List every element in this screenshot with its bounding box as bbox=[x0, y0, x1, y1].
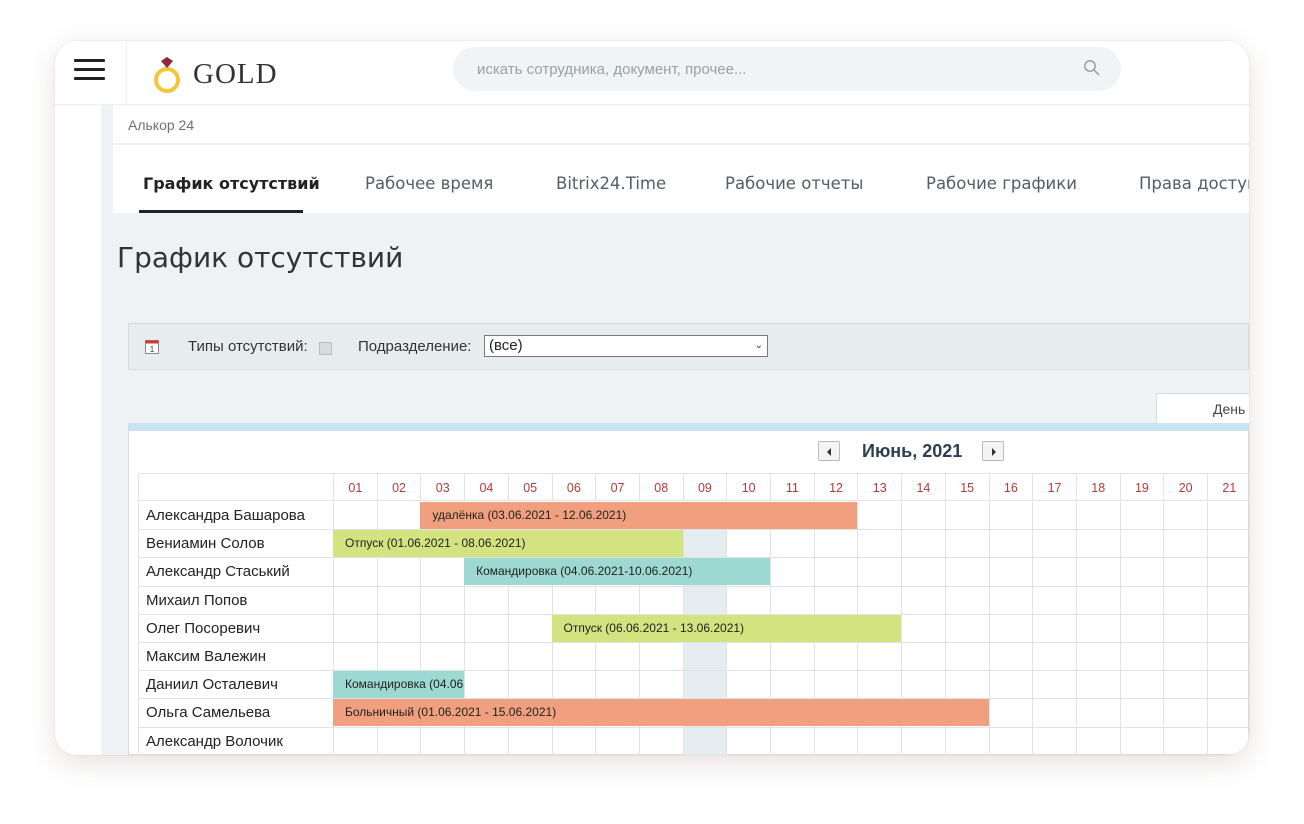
day-header: 06 bbox=[551, 473, 596, 501]
department-select[interactable]: (все) ⌄ bbox=[484, 335, 768, 357]
absence-bar[interactable]: Командировка (04.06.2021-10.06.2021) bbox=[333, 671, 465, 699]
absence-calendar: Июнь, 2021 01 02 03 04 05 06 07 08 09 10 11 12 13 14 1… bbox=[128, 423, 1249, 755]
calendar-icon[interactable]: 1 bbox=[145, 339, 159, 354]
employee-name[interactable]: Александра Башарова bbox=[138, 502, 333, 531]
page-title: График отсутствий bbox=[117, 241, 404, 274]
day-header: 15 bbox=[944, 473, 989, 501]
filter-bar: 1 Типы отсутствий: Подразделение: (все) … bbox=[128, 323, 1249, 370]
day-header: 16 bbox=[988, 473, 1033, 501]
absence-types-checkbox[interactable] bbox=[319, 342, 332, 355]
employee-name[interactable]: Вениамин Солов bbox=[138, 530, 333, 559]
month-navigation: Июнь, 2021 bbox=[129, 431, 1248, 469]
day-header: 17 bbox=[1032, 473, 1076, 501]
employee-name[interactable]: Александр Волочик bbox=[138, 727, 333, 755]
employee-name[interactable]: Олег Посоревич bbox=[138, 614, 333, 643]
day-header: 04 bbox=[464, 473, 508, 501]
day-header: 14 bbox=[901, 473, 945, 501]
header-name-cell bbox=[138, 473, 333, 501]
day-header: 05 bbox=[507, 473, 552, 501]
menu-line-icon bbox=[74, 77, 105, 80]
search-box bbox=[453, 47, 1121, 91]
day-header: 07 bbox=[595, 473, 639, 501]
prev-month-button[interactable] bbox=[818, 441, 840, 461]
employee-name[interactable]: Ольга Самельева bbox=[138, 699, 333, 728]
absence-types-label: Типы отсутствий: bbox=[188, 338, 308, 355]
active-tab-indicator bbox=[139, 210, 303, 213]
day-header: 21 bbox=[1207, 473, 1249, 501]
day-column bbox=[1075, 502, 1120, 755]
absence-bar[interactable]: Командировка (04.06.2021-10.06.2021) bbox=[464, 558, 770, 586]
employee-name[interactable]: Максим Валежин bbox=[138, 643, 333, 672]
top-bar: GOLD bbox=[55, 41, 1249, 105]
tab-absence-chart[interactable]: График отсутствий bbox=[143, 174, 320, 193]
app-window: GOLD Алькор 24 График отсутствий Рабочее… bbox=[55, 41, 1249, 755]
day-header: 02 bbox=[376, 473, 421, 501]
day-column bbox=[988, 502, 1033, 755]
search-icon[interactable] bbox=[1083, 59, 1101, 77]
tab-work-schedules[interactable]: Рабочие графики bbox=[926, 174, 1077, 193]
day-header: 13 bbox=[857, 473, 902, 501]
tabs-bar: График отсутствий Рабочее время Bitrix24… bbox=[113, 145, 1249, 213]
absence-bar[interactable]: удалёнка (03.06.2021 - 12.06.2021) bbox=[420, 502, 858, 529]
day-header: 19 bbox=[1119, 473, 1164, 501]
day-column bbox=[1207, 502, 1249, 755]
day-column bbox=[1163, 502, 1207, 755]
arrow-right-icon bbox=[992, 448, 996, 456]
hamburger-menu-button[interactable] bbox=[55, 41, 127, 105]
view-day-tab[interactable]: День bbox=[1156, 393, 1249, 424]
department-select-value: (все) bbox=[489, 337, 523, 354]
tab-work-reports[interactable]: Рабочие отчеты bbox=[725, 174, 863, 193]
menu-line-icon bbox=[74, 59, 105, 62]
absence-bar[interactable]: Отпуск (01.06.2021 - 08.06.2021) bbox=[333, 530, 683, 558]
department-label: Подразделение: bbox=[358, 338, 472, 355]
row-divider bbox=[333, 642, 1249, 643]
day-column bbox=[1119, 502, 1164, 755]
employee-name[interactable]: Александр Стаський bbox=[138, 558, 333, 587]
day-header: 12 bbox=[813, 473, 858, 501]
ring-logo-icon bbox=[154, 57, 180, 93]
day-column bbox=[1032, 502, 1076, 755]
left-sidebar-strip bbox=[55, 105, 101, 755]
day-header: 10 bbox=[726, 473, 770, 501]
month-title: Июнь, 2021 bbox=[862, 441, 963, 461]
day-header: 03 bbox=[420, 473, 465, 501]
row-divider bbox=[333, 670, 1249, 672]
tab-access-rights[interactable]: Права доступ bbox=[1139, 174, 1249, 193]
day-header: 20 bbox=[1163, 473, 1207, 501]
day-header: 11 bbox=[770, 473, 814, 501]
breadcrumb-bar: Алькор 24 bbox=[113, 105, 1249, 143]
menu-line-icon bbox=[74, 68, 105, 71]
svg-text:1: 1 bbox=[150, 345, 155, 354]
day-header: 08 bbox=[638, 473, 683, 501]
row-divider bbox=[333, 726, 1249, 728]
employee-name[interactable]: Даниил Осталевич bbox=[138, 671, 333, 700]
breadcrumb[interactable]: Алькор 24 bbox=[128, 117, 194, 133]
absence-bar[interactable]: Отпуск (06.06.2021 - 13.06.2021) bbox=[551, 614, 902, 642]
search-input[interactable] bbox=[477, 47, 1057, 91]
absence-bar[interactable]: Больничный (01.06.2021 - 15.06.2021) bbox=[333, 699, 989, 727]
chevron-down-icon: ⌄ bbox=[754, 340, 763, 351]
arrow-left-icon bbox=[827, 448, 831, 456]
row-divider bbox=[333, 585, 1249, 587]
tab-work-time[interactable]: Рабочее время bbox=[365, 174, 493, 193]
day-header: 18 bbox=[1075, 473, 1120, 501]
tab-bitrix24-time[interactable]: Bitrix24.Time bbox=[556, 174, 666, 193]
logo-text: GOLD bbox=[193, 58, 278, 90]
employee-name[interactable]: Михаил Попов bbox=[138, 586, 333, 615]
day-header: 01 bbox=[333, 473, 377, 501]
day-header: 09 bbox=[682, 473, 727, 501]
next-month-button[interactable] bbox=[982, 441, 1004, 461]
